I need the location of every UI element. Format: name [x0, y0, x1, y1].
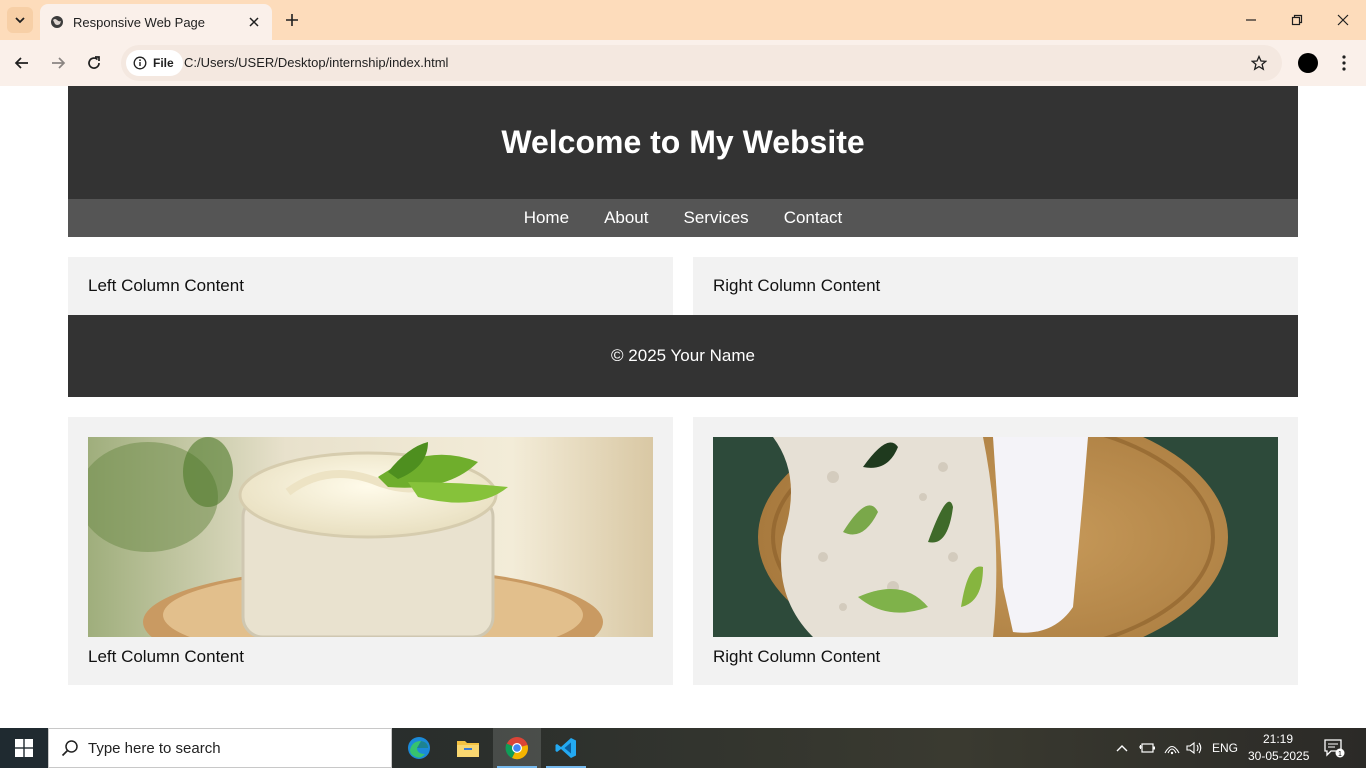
nav-link-contact[interactable]: Contact — [784, 208, 843, 228]
nav-link-home[interactable]: Home — [524, 208, 569, 228]
search-placeholder: Type here to search — [88, 739, 221, 757]
taskbar-app-vscode[interactable] — [542, 728, 590, 768]
browser-toolbar: File C:/Users/USER/Desktop/internship/in… — [0, 40, 1366, 86]
right-column: Right Column Content — [693, 257, 1298, 315]
browser-tab-strip: Responsive Web Page — [0, 0, 1366, 40]
right-column-text: Right Column Content — [713, 276, 881, 295]
notification-icon: 1 — [1324, 739, 1345, 758]
wifi-icon[interactable] — [1162, 738, 1182, 758]
page-container: Welcome to My Website Home About Service… — [68, 86, 1298, 685]
arrow-right-icon — [52, 57, 66, 69]
search-icon — [61, 740, 78, 757]
new-tab-button[interactable] — [282, 10, 302, 30]
profile-avatar[interactable] — [1298, 53, 1318, 73]
url-text[interactable]: C:/Users/USER/Desktop/internship/index.h… — [184, 45, 448, 81]
site-info-chip[interactable]: File — [126, 50, 183, 76]
notification-center-button[interactable]: 1 — [1322, 736, 1346, 760]
info-icon — [133, 56, 147, 70]
page-title: Welcome to My Website — [501, 124, 865, 160]
close-tab-icon[interactable] — [246, 14, 262, 30]
taskbar-app-file-explorer[interactable] — [444, 728, 492, 768]
more-vertical-icon — [1342, 55, 1346, 71]
browser-menu-button[interactable] — [1334, 51, 1354, 75]
windows-logo-icon — [15, 739, 33, 757]
bookmark-star-icon[interactable] — [1250, 54, 1268, 72]
battery-icon[interactable] — [1137, 738, 1157, 758]
forward-button[interactable] — [46, 51, 70, 75]
input-language[interactable]: ENG — [1212, 741, 1238, 755]
right-image-caption: Right Column Content — [713, 647, 881, 666]
taskbar-app-edge[interactable] — [395, 728, 443, 768]
arrow-left-icon — [14, 57, 28, 69]
page-viewport: Welcome to My Website Home About Service… — [0, 86, 1366, 728]
chevron-down-icon — [15, 17, 25, 24]
tab-search-button[interactable] — [7, 7, 33, 33]
restore-icon — [1291, 14, 1303, 26]
notification-count: 1 — [1338, 751, 1342, 758]
left-column-text: Left Column Content — [88, 276, 244, 295]
site-header: Welcome to My Website — [68, 86, 1298, 199]
restore-button[interactable] — [1274, 0, 1320, 40]
left-image-column: Left Column Content — [68, 417, 673, 685]
globe-icon — [49, 14, 65, 30]
address-bar[interactable]: File C:/Users/USER/Desktop/internship/in… — [121, 45, 1282, 81]
close-icon — [1337, 14, 1349, 26]
file-explorer-icon — [457, 741, 479, 757]
browser-tab[interactable]: Responsive Web Page — [40, 4, 272, 40]
minimize-icon — [1246, 19, 1256, 21]
minimize-button[interactable] — [1228, 0, 1274, 40]
back-button[interactable] — [10, 51, 34, 75]
cream-jar-image — [88, 437, 653, 637]
vscode-icon — [555, 738, 576, 758]
right-image-column: Right Column Content — [693, 417, 1298, 685]
nav-link-about[interactable]: About — [604, 208, 648, 228]
clock-date[interactable]: 30-05-2025 — [1248, 749, 1309, 763]
site-footer: © 2025 Your Name — [68, 315, 1298, 397]
site-nav: Home About Services Contact — [68, 199, 1298, 237]
reload-button[interactable] — [82, 51, 106, 75]
footer-text: © 2025 Your Name — [611, 346, 755, 365]
taskbar-app-chrome[interactable] — [493, 728, 541, 768]
chrome-icon — [505, 737, 528, 760]
tab-title: Responsive Web Page — [73, 14, 206, 30]
nav-link-services[interactable]: Services — [684, 208, 749, 228]
edge-icon — [408, 737, 430, 759]
start-button[interactable] — [0, 728, 48, 768]
close-window-button[interactable] — [1320, 0, 1366, 40]
taskbar: Type here to search ENG 21:19 30-05-2025… — [0, 728, 1366, 768]
site-chip-label: File — [153, 56, 174, 70]
show-hidden-icons-chevron-icon[interactable] — [1112, 738, 1132, 758]
left-column: Left Column Content — [68, 257, 673, 315]
plus-icon — [286, 14, 298, 26]
foam-tray-image — [713, 437, 1278, 637]
content-row-1: Left Column Content Right Column Content — [68, 257, 1298, 315]
reload-icon — [88, 56, 100, 69]
taskbar-search-box[interactable]: Type here to search — [48, 728, 392, 768]
left-image-caption: Left Column Content — [88, 647, 244, 666]
volume-icon[interactable] — [1185, 738, 1205, 758]
clock-time[interactable]: 21:19 — [1263, 732, 1293, 746]
content-row-2: Left Column Content Right Column Content — [68, 417, 1298, 685]
